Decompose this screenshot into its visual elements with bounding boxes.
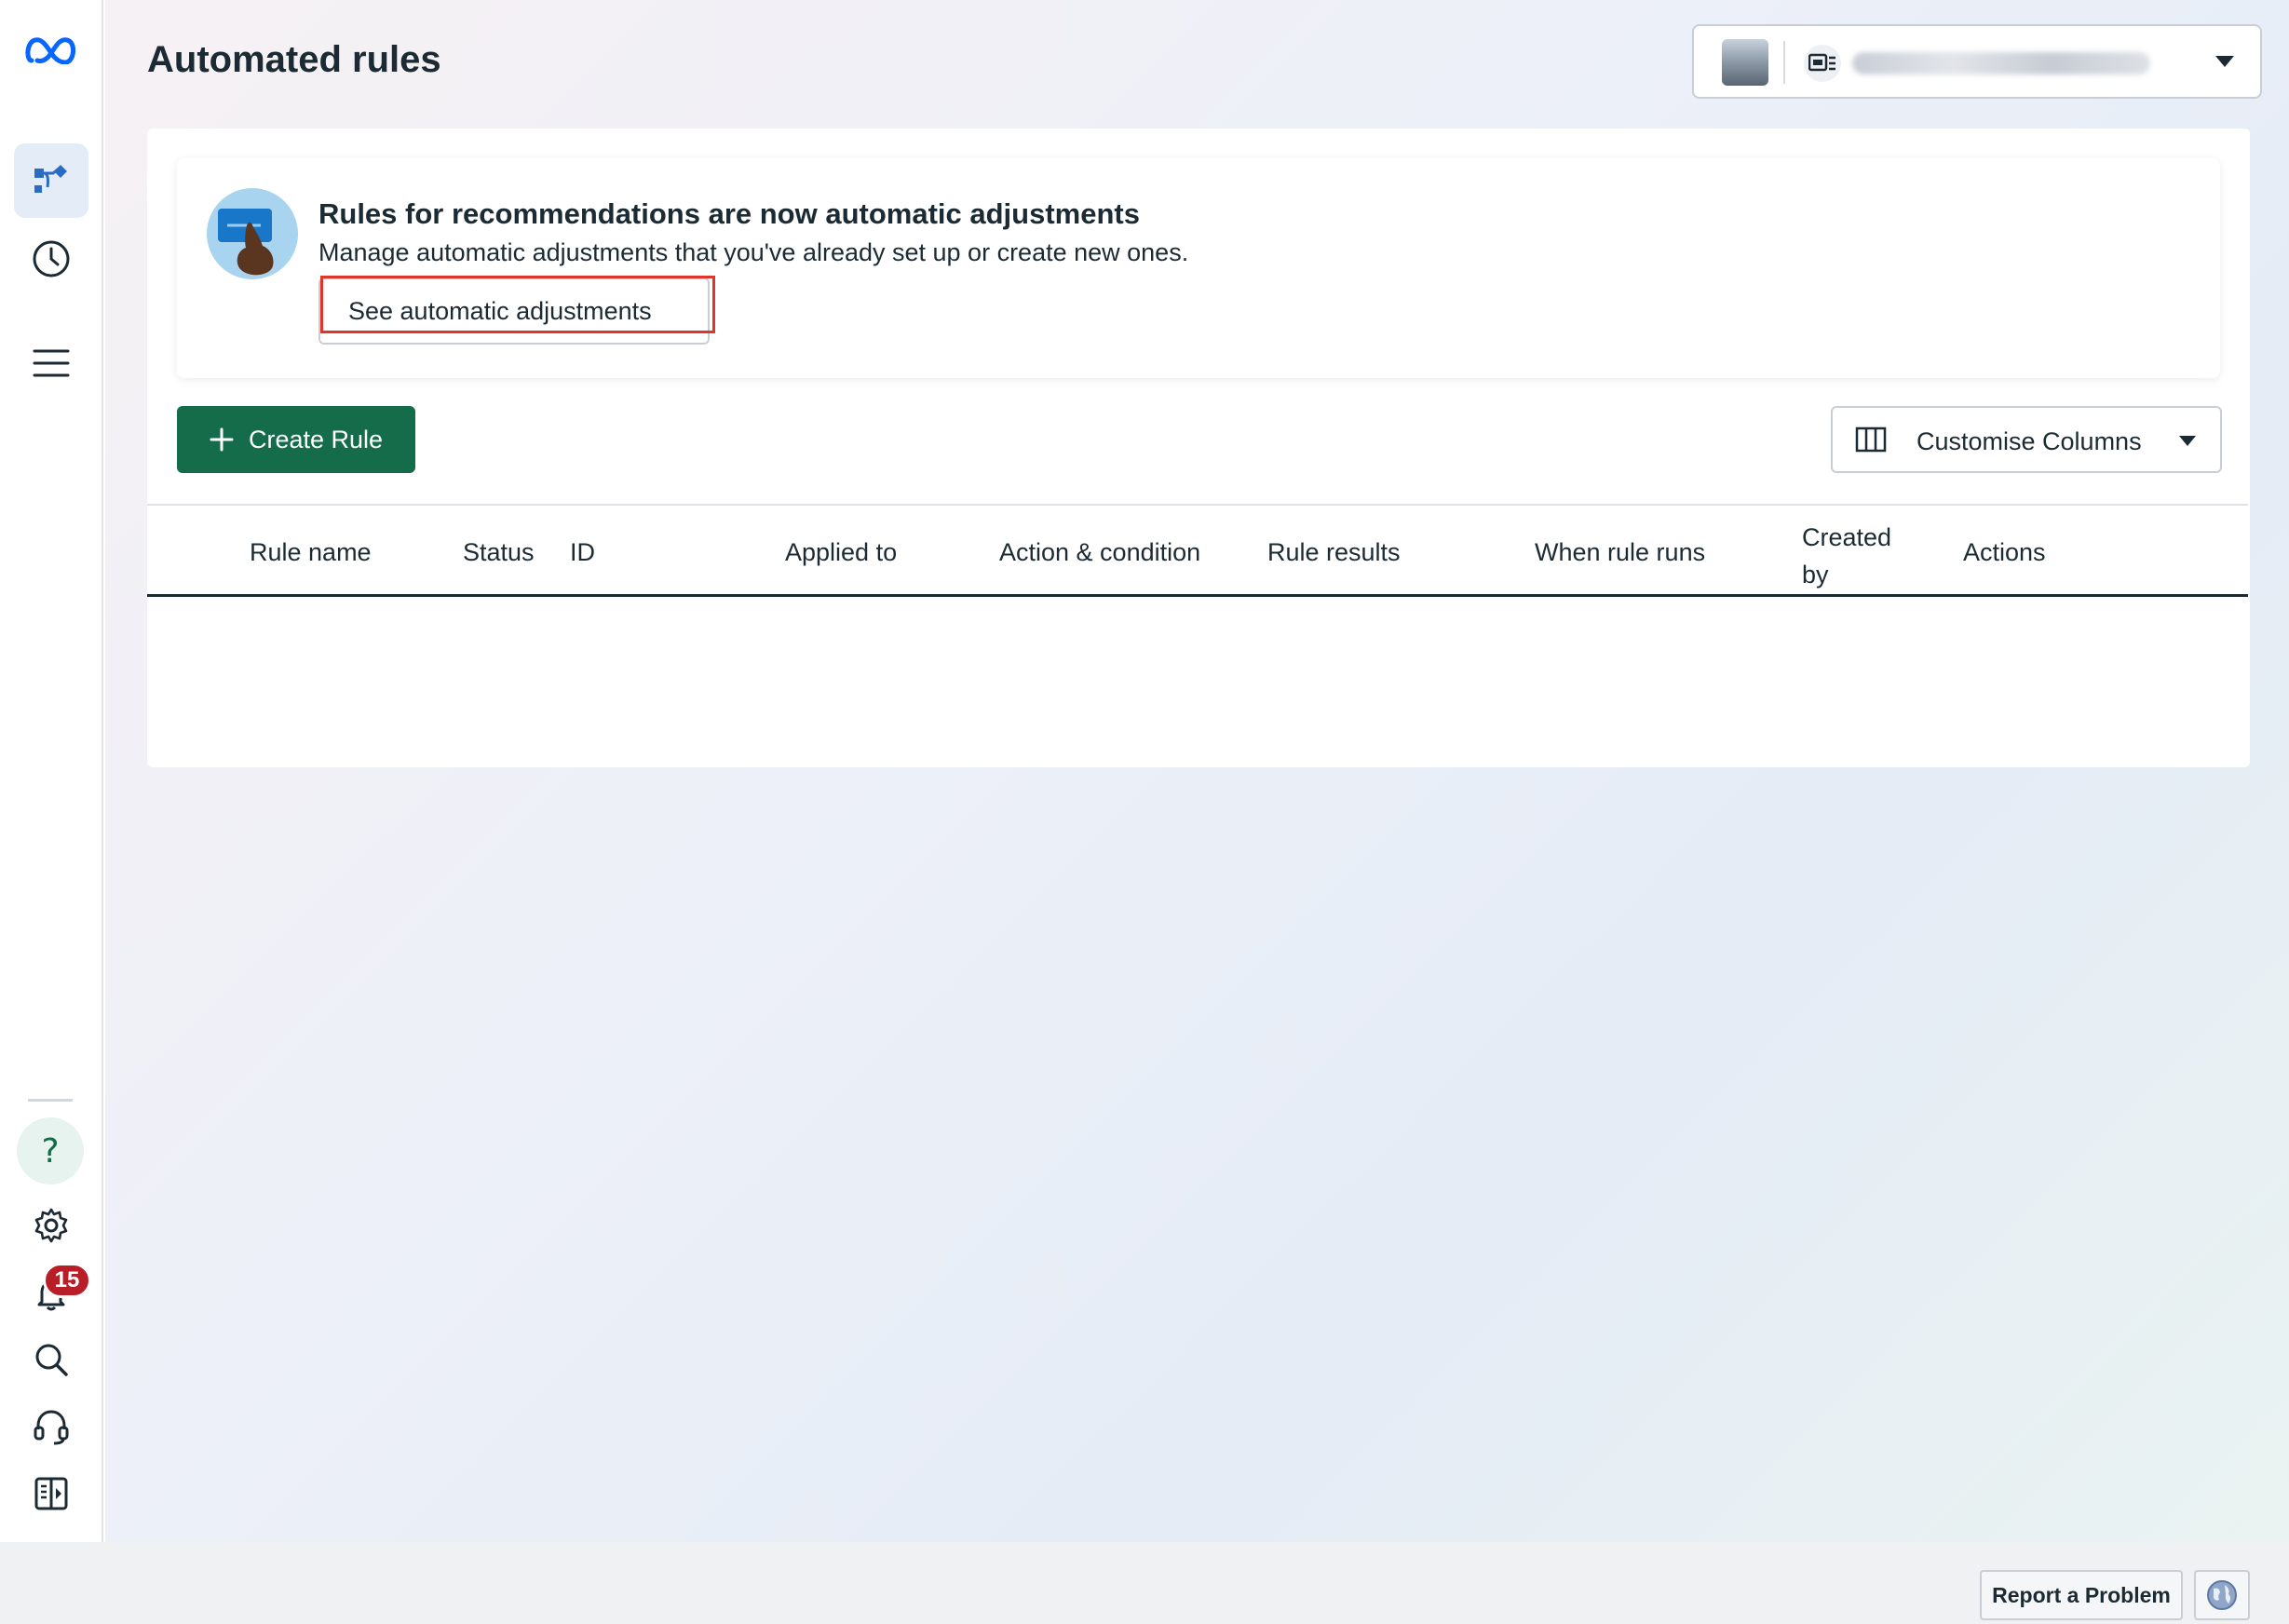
notifications-badge: 15 [43,1263,91,1298]
account-name-redacted [1852,52,2150,74]
gear-icon[interactable] [14,1188,88,1263]
column-header-status[interactable]: Status [463,538,535,567]
columns-icon [1855,426,1887,453]
rules-flow-icon[interactable] [14,143,88,218]
create-rule-label: Create Rule [248,425,384,453]
column-header-id[interactable]: ID [570,538,595,567]
column-header-rule-results[interactable]: Rule results [1267,538,1401,567]
notice-illustration-icon [207,188,298,279]
ad-account-icon [1804,45,1841,82]
chevron-down-icon [2215,56,2234,67]
globe-icon[interactable] [2194,1570,2250,1620]
page-title: Automated rules [147,39,441,80]
account-avatar [1722,39,1768,86]
report-problem-button[interactable]: Report a Problem [1980,1570,2183,1620]
column-header-created-by[interactable]: Created by [1802,519,1914,593]
column-header-rule-name[interactable]: Rule name [250,538,372,567]
headset-icon[interactable] [14,1389,88,1464]
meta-logo-icon[interactable] [14,13,88,88]
sidebar-divider [28,1099,73,1102]
bottom-bar: Report a Problem [0,1542,2289,1624]
main-content: Automated rules Rules for recommendation… [105,0,2289,1542]
rules-card: Rules for recommendations are now automa… [147,129,2250,767]
clock-icon[interactable] [14,222,88,296]
notice-description: Manage automatic adjustments that you've… [318,238,1189,266]
account-separator [1783,41,1785,84]
create-rule-button[interactable]: Create Rule [177,406,415,473]
column-header-applied-to[interactable]: Applied to [785,538,897,567]
help-icon[interactable]: ? [17,1117,84,1184]
plus-icon [210,427,234,452]
search-icon[interactable] [14,1322,88,1397]
left-sidebar: ? 15 [0,0,103,1542]
column-header-when-rule-runs[interactable]: When rule runs [1535,538,1705,567]
menu-icon[interactable] [14,326,88,400]
customise-columns-label: Customise Columns [1917,427,2142,455]
info-notice: Rules for recommendations are now automa… [177,158,2220,378]
panel-toggle-icon[interactable] [14,1456,88,1531]
rules-table-header: Rule name Status ID Applied to Action & … [147,504,2248,597]
chevron-down-icon [2179,436,2196,446]
notice-title: Rules for recommendations are now automa… [318,197,1140,230]
column-header-action-condition[interactable]: Action & condition [999,538,1200,567]
ad-account-selector[interactable] [1692,24,2262,99]
see-automatic-adjustments-button[interactable]: See automatic adjustments [318,277,710,345]
column-header-actions[interactable]: Actions [1963,538,2046,567]
customise-columns-button[interactable]: Customise Columns [1831,406,2222,473]
